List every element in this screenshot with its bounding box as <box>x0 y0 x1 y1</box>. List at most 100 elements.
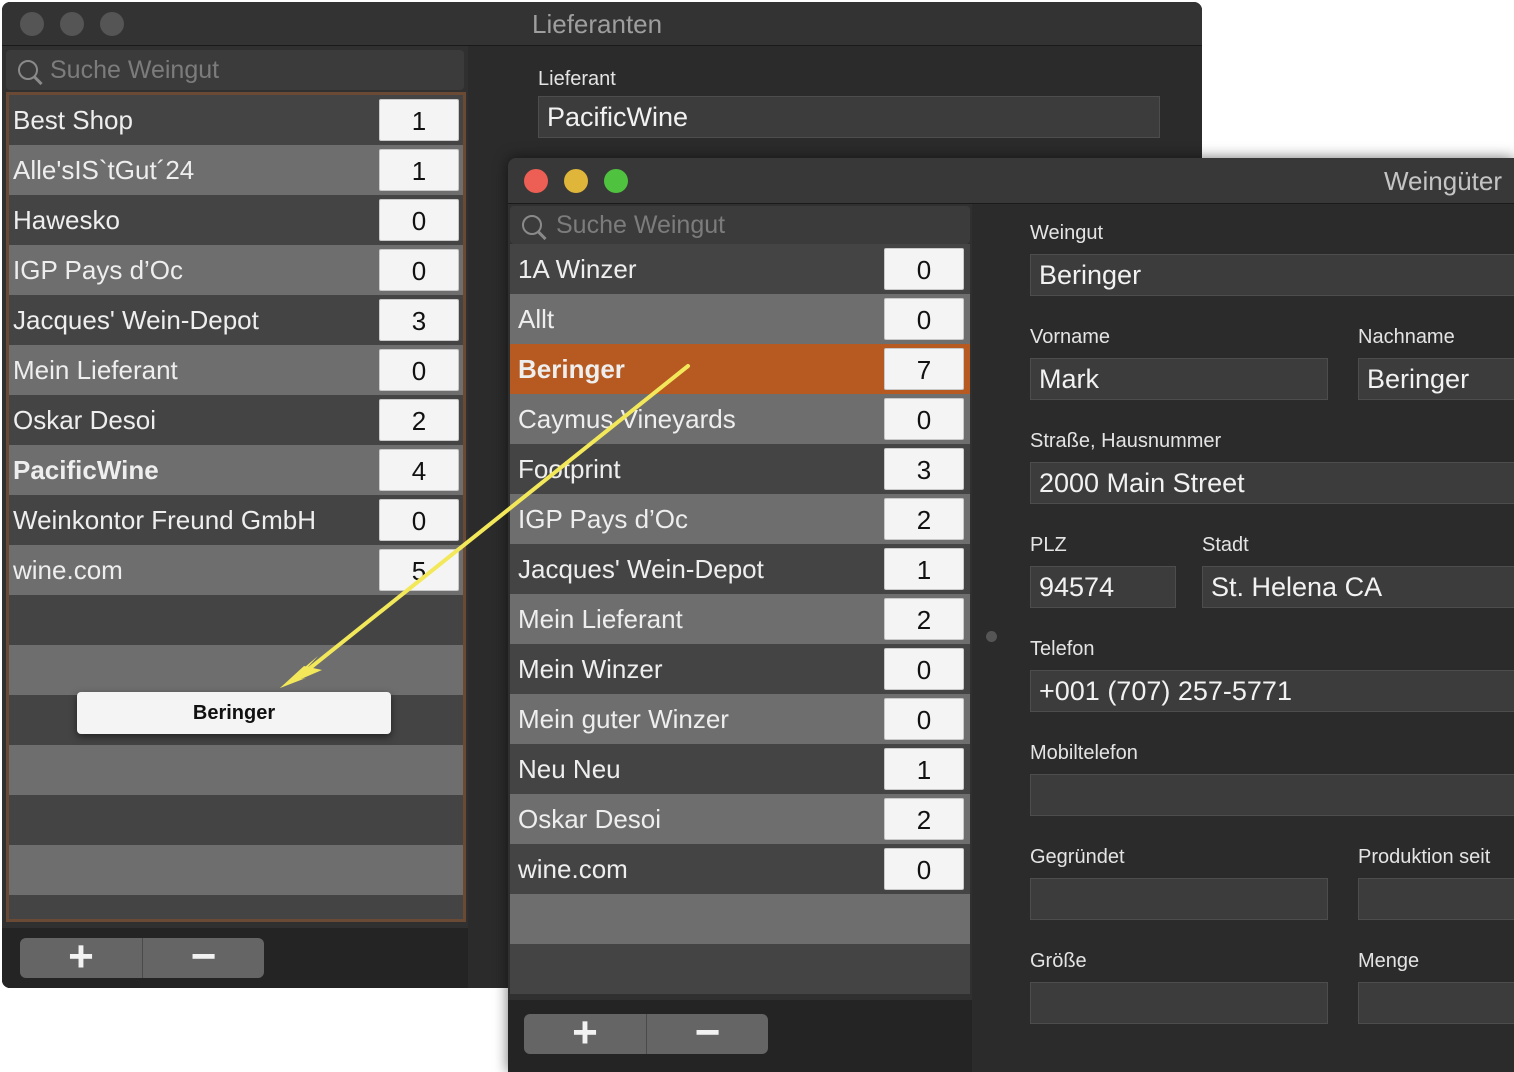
close-button[interactable] <box>524 169 548 193</box>
list-item[interactable]: Allt 0 <box>510 294 970 344</box>
list-item[interactable]: Alle'sIS`tGut´24 1 <box>9 145 463 195</box>
lieferant-label: Lieferant <box>538 68 616 90</box>
window-title: Lieferanten <box>532 9 663 39</box>
item-name: Beringer <box>518 354 625 384</box>
item-count: 0 <box>379 249 459 291</box>
vorname-label: Vorname <box>1030 326 1111 348</box>
nachname-field[interactable]: Beringer <box>1358 358 1514 400</box>
add-button[interactable]: + <box>20 935 142 979</box>
menge-field[interactable] <box>1358 982 1514 1024</box>
item-name: Mein Lieferant <box>13 355 178 385</box>
weingut-field[interactable]: Beringer <box>1030 254 1514 296</box>
minimize-button[interactable] <box>564 169 588 193</box>
list-item[interactable]: Best Shop 1 <box>9 95 463 145</box>
list-item[interactable]: Oskar Desoi 2 <box>9 395 463 445</box>
list-item[interactable]: wine.com 5 <box>9 545 463 595</box>
search-field[interactable]: Suche Weingut <box>6 50 464 90</box>
list-item[interactable]: Footprint 3 <box>510 444 970 494</box>
item-count: 0 <box>884 298 964 340</box>
list-item[interactable]: IGP Pays d’Oc 0 <box>9 245 463 295</box>
item-name: wine.com <box>518 854 628 884</box>
remove-button[interactable]: − <box>142 935 264 979</box>
minimize-button[interactable] <box>60 12 84 36</box>
item-count: 1 <box>379 99 459 141</box>
supplier-list[interactable]: Best Shop 1 Alle'sIS`tGut´24 1 Hawesko 0 IGP P… <box>6 92 466 922</box>
zoom-button[interactable] <box>100 12 124 36</box>
plz-label: PLZ <box>1030 534 1067 556</box>
window-title: Weingüter <box>1383 166 1502 196</box>
list-item[interactable]: Oskar Desoi 2 <box>510 794 970 844</box>
title-bar[interactable]: Weingüter <box>508 158 1514 204</box>
add-button[interactable]: + <box>524 1011 646 1055</box>
search-placeholder: Suche Weingut <box>556 211 726 239</box>
list-item[interactable]: Jacques' Wein-Depot 1 <box>510 544 970 594</box>
mobiltelefon-field[interactable] <box>1030 774 1514 816</box>
empty-row <box>9 745 463 795</box>
item-count: 3 <box>379 299 459 341</box>
item-count: 0 <box>884 648 964 690</box>
add-remove-buttons: + − <box>524 1011 768 1055</box>
list-item[interactable]: PacificWine 4 <box>9 445 463 495</box>
item-count: 0 <box>884 848 964 890</box>
item-count: 7 <box>884 348 964 390</box>
item-name: Alle'sIS`tGut´24 <box>13 155 195 185</box>
groesse-label: Größe <box>1030 950 1087 972</box>
item-count: 2 <box>379 399 459 441</box>
empty-row <box>9 795 463 845</box>
mobiltelefon-label: Mobiltelefon <box>1030 742 1138 764</box>
vorname-field[interactable]: Mark <box>1030 358 1328 400</box>
winery-sidebar: Suche Weingut 1A Winzer 0 Allt 0 Beringer 7 Ca… <box>508 204 972 1072</box>
strasse-label: Straße, Hausnummer <box>1030 430 1222 452</box>
item-name: Allt <box>518 304 555 334</box>
remove-button[interactable]: − <box>646 1011 768 1055</box>
list-item[interactable]: IGP Pays d’Oc 2 <box>510 494 970 544</box>
item-count: 4 <box>379 449 459 491</box>
telefon-field[interactable]: +001 (707) 257-5771 <box>1030 670 1514 712</box>
empty-row <box>9 895 463 919</box>
lieferant-field[interactable]: PacificWine <box>538 96 1160 138</box>
item-name: Mein Winzer <box>518 654 663 684</box>
search-placeholder: Suche Weingut <box>50 56 220 84</box>
list-item[interactable]: Mein guter Winzer 0 <box>510 694 970 744</box>
list-item[interactable]: Hawesko 0 <box>9 195 463 245</box>
item-name: Jacques' Wein-Depot <box>13 305 259 335</box>
split-divider-handle[interactable] <box>986 631 997 642</box>
item-count: 0 <box>379 499 459 541</box>
strasse-field[interactable]: 2000 Main Street <box>1030 462 1514 504</box>
produktion-seit-label: Produktion seit <box>1358 846 1491 868</box>
weingueter-window: Weingüter Suche Weingut 1A Winzer 0 Allt 0 B… <box>508 158 1514 1072</box>
item-name: Oskar Desoi <box>13 405 157 435</box>
list-item[interactable]: Weinkontor Freund GmbH 0 <box>9 495 463 545</box>
zoom-button[interactable] <box>604 169 628 193</box>
item-count: 0 <box>884 398 964 440</box>
item-count: 2 <box>884 798 964 840</box>
list-item[interactable]: Jacques' Wein-Depot 3 <box>9 295 463 345</box>
list-item[interactable]: Mein Lieferant 2 <box>510 594 970 644</box>
close-button[interactable] <box>20 12 44 36</box>
plz-field[interactable]: 94574 <box>1030 566 1176 608</box>
nachname-label: Nachname <box>1358 326 1455 348</box>
winery-list[interactable]: 1A Winzer 0 Allt 0 Beringer 7 Caymus Vineyards… <box>510 244 970 994</box>
item-name: Footprint <box>518 454 621 484</box>
item-name: Neu Neu <box>518 754 621 784</box>
list-item[interactable]: wine.com 0 <box>510 844 970 894</box>
list-item[interactable]: Beringer 7 <box>510 344 970 394</box>
title-bar[interactable]: Lieferanten <box>2 2 1202 46</box>
item-count: 2 <box>884 598 964 640</box>
search-field[interactable]: Suche Weingut <box>510 206 970 244</box>
list-item[interactable]: Caymus Vineyards 0 <box>510 394 970 444</box>
list-item[interactable]: Mein Lieferant 0 <box>9 345 463 395</box>
list-item[interactable]: 1A Winzer 0 <box>510 244 970 294</box>
item-name: Hawesko <box>13 205 120 235</box>
item-name: Mein Lieferant <box>518 604 683 634</box>
gegruendet-field[interactable] <box>1030 878 1328 920</box>
stadt-field[interactable]: St. Helena CA <box>1202 566 1514 608</box>
item-name: Best Shop <box>13 105 133 135</box>
item-count: 0 <box>884 698 964 740</box>
list-item[interactable]: Mein Winzer 0 <box>510 644 970 694</box>
list-item[interactable]: Neu Neu 1 <box>510 744 970 794</box>
groesse-field[interactable] <box>1030 982 1328 1024</box>
produktion-seit-field[interactable] <box>1358 878 1514 920</box>
item-count: 0 <box>884 248 964 290</box>
item-name: PacificWine <box>13 455 159 485</box>
